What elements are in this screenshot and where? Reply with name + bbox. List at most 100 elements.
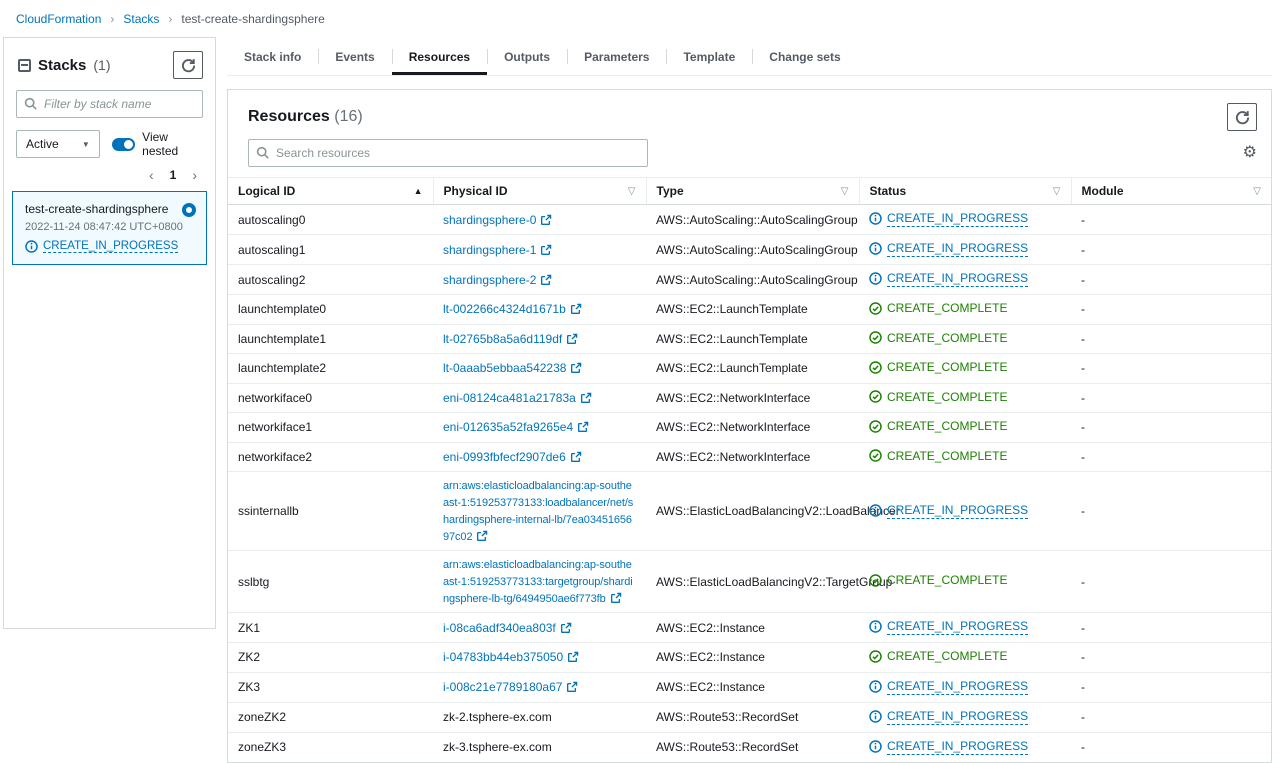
resource-row: launchtemplate0lt-002266c4324d1671bAWS::… bbox=[228, 295, 1271, 325]
resource-row: autoscaling1shardingsphere-1AWS::AutoSca… bbox=[228, 235, 1271, 265]
sidebar-title: Stacks (1) bbox=[18, 57, 111, 74]
stack-status-filter-select[interactable]: Active ▼ bbox=[16, 130, 100, 158]
column-header-status[interactable]: Status ▽ bbox=[859, 178, 1071, 205]
column-header-logical-id[interactable]: Logical ID▲ bbox=[228, 178, 433, 205]
resources-search-input[interactable] bbox=[248, 139, 648, 167]
physical-id-link[interactable]: lt-0aaab5ebbaa542238 bbox=[443, 361, 582, 375]
status-badge: CREATE_COMPLETE bbox=[869, 418, 1007, 434]
status-complete-icon bbox=[869, 420, 882, 433]
resources-panel: Resources (16) ⚙ bbox=[227, 89, 1272, 763]
physical-id-cell: i-008c21e7789180a67 bbox=[433, 672, 646, 702]
stacks-refresh-button[interactable] bbox=[173, 51, 203, 79]
logical-id-cell: autoscaling1 bbox=[228, 235, 433, 265]
physical-id-link[interactable]: eni-08124ca481a21783a bbox=[443, 391, 592, 405]
module-cell: - bbox=[1071, 551, 1271, 613]
column-header-module[interactable]: Module ▽ bbox=[1071, 178, 1271, 205]
settings-gear-icon[interactable]: ⚙ bbox=[1243, 145, 1257, 161]
filter-caret-icon: ▽ bbox=[841, 186, 849, 197]
physical-id-link[interactable]: lt-002266c4324d1671b bbox=[443, 302, 582, 316]
stack-filter bbox=[16, 90, 203, 118]
breadcrumb-link-cloudformation[interactable]: CloudFormation bbox=[16, 12, 101, 26]
tab-template[interactable]: Template bbox=[666, 38, 752, 75]
module-cell: - bbox=[1071, 383, 1271, 413]
status-in-progress-icon bbox=[869, 242, 882, 255]
stack-card[interactable]: test-create-shardingsphere 2022-11-24 08… bbox=[12, 191, 207, 265]
physical-id-cell: lt-0aaab5ebbaa542238 bbox=[433, 354, 646, 384]
breadcrumb-current: test-create-shardingsphere bbox=[181, 12, 324, 26]
resources-title: Resources (16) bbox=[248, 108, 363, 126]
filter-caret-icon: ▽ bbox=[1053, 186, 1061, 197]
stacks-sidebar: Stacks (1) Active ▼ View nested ‹ 1 bbox=[3, 37, 216, 629]
status-label: CREATE_IN_PROGRESS bbox=[887, 240, 1028, 257]
type-cell: AWS::EC2::NetworkInterface bbox=[646, 442, 859, 472]
module-cell: - bbox=[1071, 413, 1271, 443]
search-icon bbox=[256, 146, 269, 159]
status-cell: CREATE_COMPLETE bbox=[859, 354, 1071, 384]
tab-stack-info[interactable]: Stack info bbox=[227, 38, 318, 75]
status-cell: CREATE_IN_PROGRESS bbox=[859, 702, 1071, 732]
physical-id-link[interactable]: i-08ca6adf340ea803f bbox=[443, 621, 572, 635]
module-cell: - bbox=[1071, 643, 1271, 673]
column-label: Status bbox=[870, 184, 907, 198]
column-label: Logical ID bbox=[238, 184, 295, 198]
logical-id-cell: autoscaling2 bbox=[228, 265, 433, 295]
tab-change-sets[interactable]: Change sets bbox=[752, 38, 857, 75]
status-badge[interactable]: CREATE_IN_PROGRESS bbox=[869, 708, 1028, 725]
physical-id-link[interactable]: shardingsphere-2 bbox=[443, 273, 552, 287]
resource-row: networkiface1eni-012635a52fa9265e4AWS::E… bbox=[228, 413, 1271, 443]
external-link-icon bbox=[540, 214, 552, 226]
stack-timestamp: 2022-11-24 08:47:42 UTC+0800 bbox=[25, 221, 194, 233]
status-badge[interactable]: CREATE_IN_PROGRESS bbox=[869, 240, 1028, 257]
column-header-type[interactable]: Type▽ bbox=[646, 178, 859, 205]
stack-radio[interactable] bbox=[182, 203, 196, 217]
physical-id-link[interactable]: arn:aws:elasticloadbalancing:ap-southeas… bbox=[443, 480, 633, 543]
filter-caret-icon: ▽ bbox=[1253, 186, 1261, 197]
status-label: CREATE_COMPLETE bbox=[887, 389, 1007, 405]
logical-id-cell: ZK3 bbox=[228, 672, 433, 702]
tab-parameters[interactable]: Parameters bbox=[567, 38, 666, 75]
status-badge[interactable]: CREATE_IN_PROGRESS bbox=[869, 738, 1028, 755]
status-label: CREATE_COMPLETE bbox=[887, 418, 1007, 434]
physical-id-link[interactable]: eni-0993fbfecf2907de6 bbox=[443, 450, 582, 464]
physical-id-link[interactable]: arn:aws:elasticloadbalancing:ap-southeas… bbox=[443, 559, 633, 605]
status-badge[interactable]: CREATE_IN_PROGRESS bbox=[869, 678, 1028, 695]
resources-count: (16) bbox=[334, 108, 362, 125]
type-cell: AWS::AutoScaling::AutoScalingGroup bbox=[646, 265, 859, 295]
physical-id-link[interactable]: shardingsphere-0 bbox=[443, 213, 552, 227]
tab-resources[interactable]: Resources bbox=[392, 38, 487, 75]
collapse-panel-icon[interactable] bbox=[18, 59, 31, 72]
physical-id-link[interactable]: eni-012635a52fa9265e4 bbox=[443, 420, 589, 434]
status-complete-icon bbox=[869, 331, 882, 344]
resource-row: launchtemplate2lt-0aaab5ebbaa542238AWS::… bbox=[228, 354, 1271, 384]
breadcrumb-link-stacks[interactable]: Stacks bbox=[123, 12, 159, 26]
status-badge[interactable]: CREATE_IN_PROGRESS bbox=[869, 618, 1028, 635]
status-badge[interactable]: CREATE_IN_PROGRESS bbox=[869, 210, 1028, 227]
physical-id-link[interactable]: i-008c21e7789180a67 bbox=[443, 680, 578, 694]
external-link-icon bbox=[540, 244, 552, 256]
column-label: Module bbox=[1082, 184, 1124, 198]
pagination-page-1[interactable]: 1 bbox=[170, 168, 177, 182]
layout: Stacks (1) Active ▼ View nested ‹ 1 bbox=[0, 37, 1280, 763]
logical-id-cell: sslbtg bbox=[228, 551, 433, 613]
stack-filter-input[interactable] bbox=[16, 90, 203, 118]
tab-events[interactable]: Events bbox=[318, 38, 391, 75]
physical-id-link[interactable]: shardingsphere-1 bbox=[443, 243, 552, 257]
stack-status-badge[interactable]: CREATE_IN_PROGRESS bbox=[25, 240, 194, 253]
external-link-icon bbox=[570, 303, 582, 315]
pagination-prev-icon[interactable]: ‹ bbox=[149, 167, 154, 183]
status-complete-icon bbox=[869, 302, 882, 315]
column-header-physical-id[interactable]: Physical ID▽ bbox=[433, 178, 646, 205]
status-badge[interactable]: CREATE_IN_PROGRESS bbox=[869, 270, 1028, 287]
type-cell: AWS::EC2::Instance bbox=[646, 613, 859, 643]
physical-id-link[interactable]: i-04783bb44eb375050 bbox=[443, 650, 579, 664]
status-complete-icon bbox=[869, 574, 882, 587]
view-nested-control[interactable]: View nested bbox=[112, 130, 203, 158]
resources-refresh-button[interactable] bbox=[1227, 103, 1257, 131]
status-cell: CREATE_COMPLETE bbox=[859, 551, 1071, 613]
tab-outputs[interactable]: Outputs bbox=[487, 38, 567, 75]
view-nested-toggle[interactable] bbox=[112, 138, 135, 151]
physical-id-link[interactable]: lt-02765b8a5a6d119df bbox=[443, 332, 578, 346]
pagination-next-icon[interactable]: › bbox=[192, 167, 197, 183]
status-cell: CREATE_IN_PROGRESS bbox=[859, 732, 1071, 762]
status-badge[interactable]: CREATE_IN_PROGRESS bbox=[869, 502, 1028, 519]
